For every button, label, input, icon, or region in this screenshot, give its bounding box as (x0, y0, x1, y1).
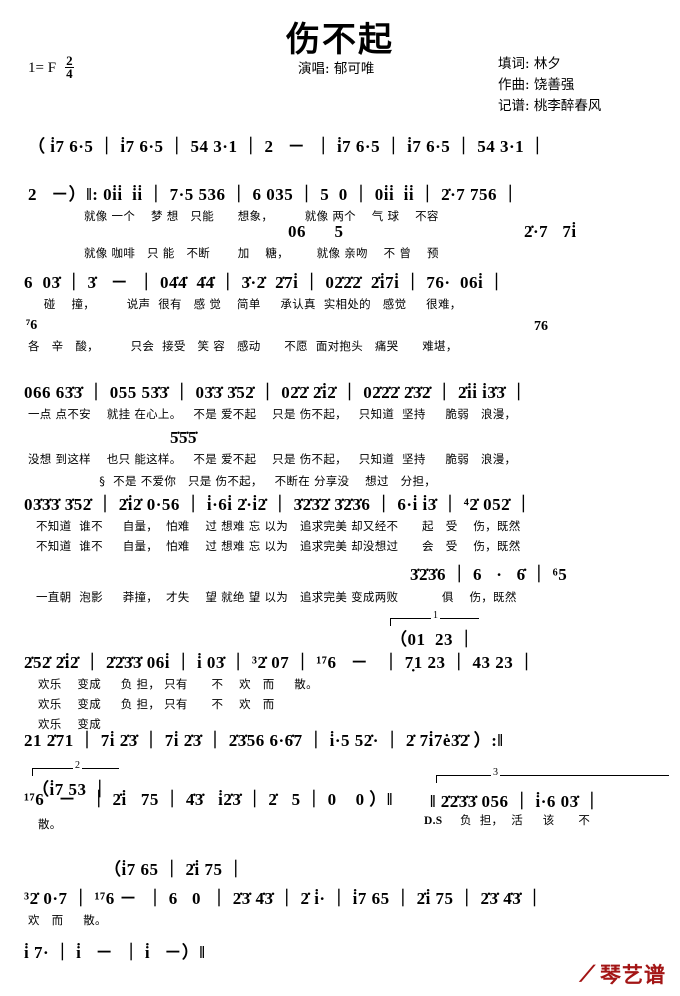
ending-bracket-1: 1 （01 23 ｜ (0, 610, 680, 650)
notes-line-3-alt-tail: 76 (534, 319, 548, 334)
key-signature: 1= F 2 4 (28, 54, 74, 82)
lyrics-line-6-verse2: 欢乐 变成 负 担， 只有 不 欢 而 (38, 697, 275, 711)
lyrics-line-5-verse1: 不知道 谁不 自量， 怕难 过 想难 忘 以为 追求完美 却又经不 起 受 伤，… (36, 519, 521, 533)
ending-bracket-1-number: 1 (431, 610, 440, 621)
lyrics-line-2-verse2: 就像 咖啡 只 能 不断 加 糖， 就像 亲吻 不 曾 预 (84, 246, 439, 260)
lyrics-line-3-verse1: 碰 撞， 说声 很有 感 觉 简单 承认真 实相处的 感觉 很难， (28, 297, 462, 311)
notes-line-8-coda: ‖ 2̇2̇3̇3̇ 056 ｜ i̇·6 03̇ ｜ (430, 792, 601, 811)
staff-line-7: 21 2̇71 ｜ 7i̇ 2̇3̇ ｜ 7i̇ 2̇3̇ ｜ 2̇3̇56 6… (0, 726, 680, 751)
staff-line-4: 066 63̇3̇ ｜ 055 53̇3̇ ｜ 03̇3̇ 3̇52̇ ｜ 02… (0, 378, 680, 422)
notes-line-7: 21 2̇71 ｜ 7i̇ 2̇3̇ ｜ 7i̇ 2̇3̇ ｜ 2̇3̇56 6… (24, 731, 504, 750)
notes-line-5-alt: 3̇2̇3̇6 ｜ 6 · 6̇ ｜ ⁶5 (410, 565, 568, 584)
staff-line-4-alt: 5̇5̇5̇ 没想 到这样 也只 能这样。 不是 爱不起 只是 伤不起， 只知道… (0, 428, 680, 489)
notes-line-1: （ i̇7 6·5 ｜ i̇7 6·5 ｜ 54 3·1 ｜ 2 － ｜ i̇7… (28, 137, 547, 156)
lyrics-line-9: 欢 而 散。 (28, 913, 107, 927)
logo-text: 琴艺谱 (600, 962, 666, 987)
notes-line-4: 066 63̇3̇ ｜ 055 53̇3̇ ｜ 03̇3̇ 3̇52̇ ｜ 02… (24, 383, 528, 402)
notes-line-2: 2 －）‖: 0i̇i̇ i̇i̇ ｜ 7·5 536 ｜ 6 035 ｜ 5 … (28, 185, 520, 204)
staff-line-6: 2̇52̇ 2̇i̇2̇ ｜ 2̇2̇3̇3̇ 06i̇ ｜ i̇ 03̇ ｜ … (0, 648, 680, 732)
staff-line-8: 3 ¹⁷6 － ｜ 2̇i̇ 75 ｜ 4̇3̇ i̇2̇3̇ ｜ 2̇ 5 ｜… (0, 767, 680, 831)
notes-ending-1: （01 23 ｜ (390, 630, 476, 649)
staff-line-2-alt: 06 5 2̇·7 7i̇ 就像 咖啡 只 能 不断 加 糖， 就像 亲吻 不 … (0, 222, 680, 261)
notes-line-5: 03̇3̇3̇ 3̇52̇ ｜ 2̇i̇2̇ 0·56 ｜ i̇·6i̇ 2̇·… (24, 495, 533, 514)
staff-line-3-alt: ⁷6 76 各 辛 酸， 只会 接受 笑 容 感动 不愿 面对抱头 痛哭 难堪， (0, 318, 680, 354)
notes-line-3: 6 03̇ ｜ 3̇ － ｜ 04̇4̇ 4̇4̇ ｜ 3̇·2̇ 2̇7i̇ … (24, 273, 506, 292)
credits-block: 填词: 林夕 作曲: 饶善强 记谱: 桃李醉春风 (498, 54, 601, 117)
notes-line-2-alt: 06 5 2̇·7 7i̇ (288, 222, 577, 241)
notes-line-9: ³2̇ 0·7 ｜ ¹⁷6 － ｜ 6 0 ｜ 2̇3̇ 4̇3̇ ｜ 2̇ i… (24, 889, 544, 908)
logo-mark-icon: ⟋ (579, 962, 595, 987)
lyrics-line-6-verse1: 欢乐 变成 负 担， 只有 不 欢 而 散。 (38, 677, 318, 691)
lyrics-line-8-coda: 负 担， 活 该 不 (460, 813, 591, 827)
staff-line-3: 6 03̇ ｜ 3̇ － ｜ 04̇4̇ 4̇4̇ ｜ 3̇·2̇ 2̇7i̇ … (0, 268, 680, 312)
site-logo[interactable]: ⟋ 琴艺谱 (580, 964, 666, 986)
ending-bracket-1-line: 1 (390, 610, 479, 626)
notes-line-9-alt: （i̇7 65 ｜ 2̇i̇ 75 ｜ (104, 860, 245, 879)
singer-credit: 演唱: 郁可唯 (298, 61, 375, 77)
staff-line-9: （i̇7 65 ｜ 2̇i̇ 75 ｜ ³2̇ 0·7 ｜ ¹⁷6 － ｜ 6 … (0, 855, 680, 928)
ending-bracket-2-number: 2 (73, 760, 82, 771)
staff-line-5-alt: 3̇2̇3̇6 ｜ 6 · 6̇ ｜ ⁶5 一直朝 泡影 莽撞， 才失 望 就绝… (0, 560, 680, 605)
time-signature-denominator: 4 (66, 66, 73, 82)
lyrics-line-5-verse2: 不知道 谁不 自量， 怕难 过 想难 忘 以为 追求完美 却没想过 会 受 伤，… (36, 539, 521, 553)
lyrics-line-4-verse1: 一点 点不安 就挂 在心上。 不是 爱不起 只是 伤不起， 只知道 坚持 脆弱 … (28, 407, 517, 421)
key-label: 1= F (28, 60, 57, 77)
notes-line-10: i̇ 7· ｜ i̇ － ｜ i̇ －）‖ (24, 943, 206, 962)
lyricist-credit: 填词: 林夕 (498, 56, 561, 72)
composer-credit: 作曲: 饶善强 (498, 77, 575, 93)
staff-line-10: i̇ 7· ｜ i̇ － ｜ i̇ －）‖ (0, 938, 680, 963)
lyrics-line-5-verse3: 一直朝 泡影 莽撞， 才失 望 就绝 望 以为 追求完美 变成两败 俱 伤，既然 (36, 590, 517, 604)
lyrics-line-4-verse2: 没想 到这样 也只 能这样。 不是 爱不起 只是 伤不起， 只知道 坚持 脆弱 … (28, 452, 517, 466)
transcriber-credit: 记谱: 桃李醉春风 (498, 98, 602, 114)
notes-line-4-alt: 5̇5̇5̇ (170, 428, 197, 447)
ending-bracket-3-line: 3 (436, 767, 669, 783)
lyrics-line-4-verse3: § 不是 不爱你 只是 伤不起， 不断在 分享没 想过 分担， (28, 474, 437, 488)
staff-line-5: 03̇3̇3̇ 3̇52̇ ｜ 2̇i̇2̇ 0·56 ｜ i̇·6i̇ 2̇·… (0, 490, 680, 554)
time-signature: 2 4 (65, 54, 74, 82)
ending-bracket-3-number: 3 (491, 767, 500, 778)
staff-line-2: 2 －）‖: 0i̇i̇ i̇i̇ ｜ 7·5 536 ｜ 6 035 ｜ 5 … (0, 180, 680, 224)
lyrics-line-3-verse2: 各 辛 酸， 只会 接受 笑 容 感动 不愿 面对抱头 痛哭 难堪， (28, 339, 458, 353)
ending-bracket-2-line: 2 (32, 760, 119, 776)
notes-line-6: 2̇52̇ 2̇i̇2̇ ｜ 2̇2̇3̇3̇ 06i̇ ｜ i̇ 03̇ ｜ … (24, 653, 536, 672)
staff-line-1: （ i̇7 6·5 ｜ i̇7 6·5 ｜ 54 3·1 ｜ 2 － ｜ i̇7… (0, 132, 680, 157)
